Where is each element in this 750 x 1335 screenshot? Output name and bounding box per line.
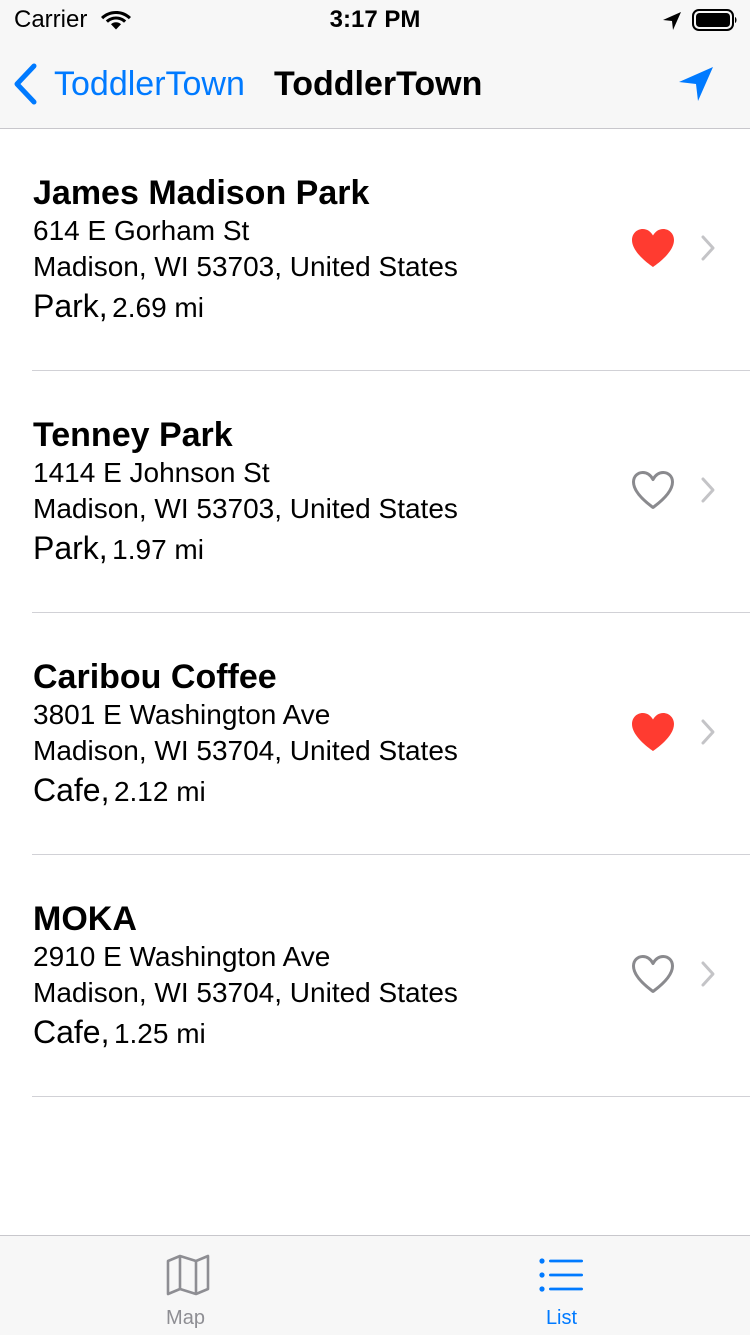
tab-map[interactable]: Map	[0, 1236, 375, 1335]
place-street: 2910 E Washington Ave	[33, 941, 331, 972]
place-city: Madison, WI 53703, United States	[33, 493, 458, 524]
list-item[interactable]: Tenney Park 1414 E Johnson St Madison, W…	[32, 371, 750, 613]
location-arrow-icon[interactable]	[676, 64, 716, 104]
place-type: Park,	[33, 288, 108, 324]
place-city: Madison, WI 53703, United States	[33, 251, 458, 282]
tab-list-label: List	[545, 1307, 578, 1329]
place-city: Madison, WI 53704, United States	[33, 977, 458, 1008]
place-type: Cafe,	[33, 772, 110, 808]
back-button[interactable]: ToddlerTown	[12, 60, 245, 108]
heart-filled-icon[interactable]	[630, 227, 676, 269]
heart-filled-icon[interactable]	[630, 711, 676, 753]
map-icon	[166, 1254, 210, 1296]
tab-map-label: Map	[166, 1307, 205, 1329]
place-name: Tenney Park	[33, 416, 233, 454]
place-distance: 2.69 mi	[112, 292, 204, 323]
place-meta: Park, 2.69 mi	[33, 285, 204, 334]
chevron-right-icon	[701, 961, 715, 987]
chevron-left-icon	[14, 63, 37, 105]
page-title: ToddlerTown	[274, 65, 483, 103]
place-distance: 2.12 mi	[113, 776, 206, 807]
tab-list[interactable]: List	[375, 1236, 750, 1335]
place-street: 3801 E Washington Ave	[33, 699, 331, 730]
chevron-right-icon	[701, 719, 715, 745]
clock-label: 3:17 PM	[329, 6, 421, 33]
list-item[interactable]: James Madison Park 614 E Gorham St Madis…	[32, 129, 750, 371]
status-bar: Carrier 3:17 PM	[0, 0, 750, 40]
place-meta: Park, 1.97 mi	[33, 527, 204, 576]
place-meta: Cafe, 2.12 mi	[33, 769, 206, 818]
chevron-right-icon	[701, 235, 715, 261]
place-street: 614 E Gorham St	[33, 215, 250, 246]
heart-outline-icon[interactable]	[630, 953, 676, 995]
back-button-label: ToddlerTown	[54, 65, 245, 103]
place-name: Caribou Coffee	[33, 658, 277, 696]
chevron-right-icon	[701, 477, 715, 503]
places-list: James Madison Park 614 E Gorham St Madis…	[0, 129, 750, 1097]
place-name: MOKA	[33, 900, 137, 938]
place-distance: 1.25 mi	[113, 1018, 206, 1049]
list-icon	[539, 1258, 583, 1292]
place-distance: 1.97 mi	[112, 534, 204, 565]
place-street: 1414 E Johnson St	[33, 457, 270, 488]
navigation-bar: ToddlerTown ToddlerTown	[0, 40, 750, 129]
tab-bar: Map List	[0, 1235, 750, 1335]
place-type: Cafe,	[33, 1014, 110, 1050]
battery-icon	[692, 9, 737, 31]
location-arrow-icon	[663, 12, 681, 30]
place-type: Park,	[33, 530, 108, 566]
place-city: Madison, WI 53704, United States	[33, 735, 458, 766]
place-meta: Cafe, 1.25 mi	[33, 1011, 206, 1060]
heart-outline-icon[interactable]	[630, 469, 676, 511]
list-item[interactable]: MOKA 2910 E Washington Ave Madison, WI 5…	[32, 855, 750, 1097]
place-name: James Madison Park	[33, 174, 370, 212]
list-item[interactable]: Caribou Coffee 3801 E Washington Ave Mad…	[32, 613, 750, 855]
